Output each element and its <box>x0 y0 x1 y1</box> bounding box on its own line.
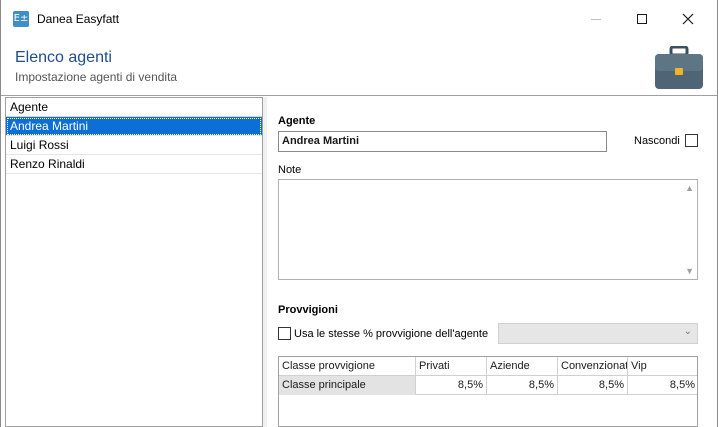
table-cell[interactable]: 8,5% <box>487 376 558 395</box>
page-title: Elenco agenti <box>15 49 112 66</box>
maximize-icon <box>637 14 647 24</box>
column-header[interactable]: Aziende <box>487 357 558 376</box>
agent-list-header[interactable]: Agente <box>6 98 262 117</box>
commissions-label: Provvigioni <box>278 304 338 316</box>
agent-label: Agente <box>278 115 316 127</box>
maximize-button[interactable] <box>619 0 665 38</box>
notes-label: Note <box>278 164 302 176</box>
same-commission-label: Usa le stesse % provvigione dell'agente <box>294 328 489 340</box>
close-icon <box>682 13 694 25</box>
table-cell[interactable]: Classe principale <box>279 376 416 395</box>
column-header[interactable]: Convenzionati <box>558 357 628 376</box>
table-row[interactable]: Classe principale 8,5% 8,5% 8,5% 8,5% <box>279 376 697 395</box>
commission-grid: Classe provvigione Privati Aziende Conve… <box>278 356 698 427</box>
table-cell[interactable]: 8,5% <box>628 376 698 395</box>
agent-detail-form: Agente Andrea Martini Nascondi Note ▲ ▼ … <box>267 97 717 427</box>
table-cell[interactable]: 8,5% <box>416 376 487 395</box>
list-item[interactable]: Luigi Rossi <box>6 136 262 155</box>
briefcase-icon <box>655 46 703 89</box>
list-item[interactable]: Andrea Martini <box>6 117 262 136</box>
page-header: Elenco agenti Impostazione agenti di ven… <box>1 38 717 96</box>
notes-field[interactable]: ▲ ▼ <box>278 179 698 280</box>
same-commission-checkbox[interactable] <box>278 327 291 340</box>
same-commission-agent-select[interactable]: ⌄ <box>498 323 698 344</box>
column-header[interactable]: Classe provvigione <box>279 357 416 376</box>
grid-header: Classe provvigione Privati Aziende Conve… <box>279 357 697 376</box>
close-button[interactable] <box>665 0 711 38</box>
chevron-down-icon: ⌄ <box>683 326 692 337</box>
page-subtitle: Impostazione agenti di vendita <box>15 70 178 84</box>
window-title: Danea Easyfatt <box>37 12 120 26</box>
list-item[interactable]: Renzo Rinaldi <box>6 155 262 174</box>
agent-name-field[interactable]: Andrea Martini <box>278 131 607 152</box>
agent-list: Agente Andrea Martini Luigi Rossi Renzo … <box>5 97 263 427</box>
column-header[interactable]: Vip <box>628 357 698 376</box>
scroll-up-icon[interactable]: ▲ <box>685 183 694 193</box>
column-header[interactable]: Privati <box>416 357 487 376</box>
table-cell[interactable]: 8,5% <box>558 376 628 395</box>
minimize-button[interactable] <box>573 0 619 38</box>
hide-checkbox[interactable] <box>685 134 698 147</box>
title-bar[interactable]: E± Danea Easyfatt <box>1 0 717 38</box>
scroll-down-icon[interactable]: ▼ <box>685 266 694 276</box>
app-icon: E± <box>13 11 29 27</box>
app-window: E± Danea Easyfatt Elenco agenti Impostaz… <box>0 0 718 427</box>
hide-label: Nascondi <box>634 135 680 147</box>
minimize-icon <box>591 18 601 20</box>
